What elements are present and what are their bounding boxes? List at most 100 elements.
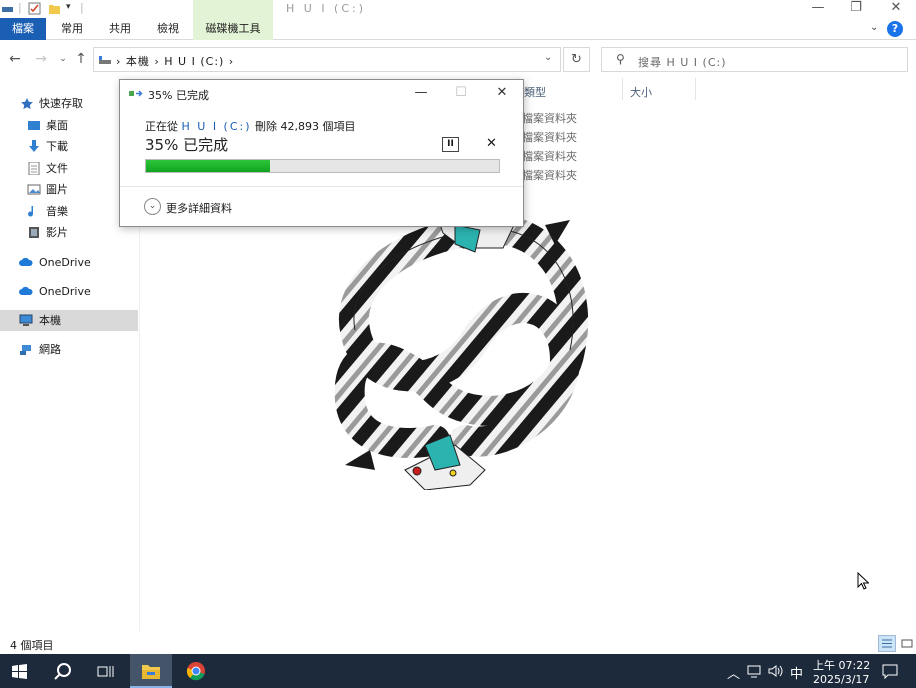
search-input[interactable]: ⚲ 搜尋 H U I (C:) [601,47,908,72]
sidebar-item-network[interactable]: 網路 [0,339,138,360]
input-method-indicator[interactable]: 中 [790,663,803,682]
properties-icon[interactable] [1,2,14,15]
back-arrow-icon[interactable]: ← [6,50,24,68]
address-bar[interactable]: › 本機 › H U I (C:) › ⌄ [93,47,561,72]
address-path: › 本機 › H U I (C:) › [116,55,235,68]
sidebar-item-pictures[interactable]: 圖片 [0,179,138,200]
column-header-type[interactable]: 類型 [524,84,546,100]
up-arrow-icon[interactable]: ↑ [72,50,90,68]
dialog-maximize-button[interactable]: ☐ [449,84,473,102]
clock-date[interactable]: 2025/3/17 [813,673,869,686]
column-separator [695,78,696,100]
file-explorer-taskbar-button[interactable] [130,654,172,688]
sidebar-item-label: 下載 [46,140,68,153]
dialog-status-line: 正在從 H U I (C:) 刪除 42,893 個項目 [145,118,356,134]
large-icons-view-icon [901,639,913,648]
recent-locations-icon[interactable]: ⌄ [54,50,72,68]
volume-icon[interactable] [768,664,784,678]
ribbon-collapse-icon[interactable]: ⌄ [870,22,878,33]
ribbon-tabs: 檔案 常用 共用 檢視 磁碟機工具 ⌄ ? [0,18,916,40]
sidebar-item-documents[interactable]: 文件 [0,158,138,179]
item-count: 4 個項目 [10,639,54,652]
cloud-icon [19,286,33,295]
sidebar-item-onedrive[interactable]: OneDrive [0,252,138,273]
sidebar-item-music[interactable]: 音樂 [0,201,138,222]
star-icon [21,98,33,110]
dialog-divider [120,186,523,187]
sidebar-item-label: 快速存取 [39,97,83,110]
dialog-minimize-button[interactable]: — [409,84,433,102]
tray-overflow-icon[interactable]: ︿ [727,663,740,682]
taskbar: ︿ 中 上午 07:22 2025/3/17 [0,654,916,688]
chevron-down-icon[interactable]: ⌄ [144,198,161,215]
snake-illustration [334,204,589,490]
dialog-close-button[interactable]: ✕ [490,84,514,102]
folder-icon[interactable] [48,2,61,15]
sidebar-item-desktop[interactable]: 桌面 [0,115,138,136]
details-view-icon [882,639,892,648]
video-icon [29,227,39,238]
search-taskbar-button[interactable] [44,654,82,688]
tab-file[interactable]: 檔案 [0,18,46,40]
sidebar-item-downloads[interactable]: 下載 [0,136,138,157]
music-icon [28,206,33,217]
windows-logo-icon [12,664,27,679]
table-row[interactable]: 檔案資料夾 [522,148,577,164]
sidebar-item-quick-access[interactable]: 快速存取 [0,93,138,114]
network-icon[interactable] [747,665,761,678]
sidebar-item-label: OneDrive [39,256,91,269]
status-source-link[interactable]: H U I (C:) [182,120,252,133]
tab-view[interactable]: 檢視 [148,18,188,40]
qa-dropdown-icon[interactable]: ▾ [66,2,71,12]
close-button[interactable]: ✕ [874,0,916,18]
percent-complete: 35% 已完成 [145,136,229,154]
column-header-size[interactable]: 大小 [630,84,652,100]
computer-icon [19,314,33,326]
network-icon [20,345,31,355]
table-row[interactable]: 檔案資料夾 [522,110,577,126]
search-icon: ⚲ [616,52,625,66]
large-icons-view-button[interactable] [898,635,916,652]
status-bar: 4 個項目 [0,634,916,654]
search-icon [54,663,71,680]
qa-separator: | [18,1,22,14]
start-button[interactable] [0,654,40,688]
tab-drive-tools[interactable]: 磁碟機工具 [193,18,273,40]
column-separator [622,78,623,100]
more-details-button[interactable]: 更多詳細資料 [166,200,232,216]
sidebar-item-this-pc[interactable]: 本機 [0,310,138,331]
chrome-icon [186,662,205,681]
task-view-button[interactable] [88,654,124,688]
desktop-icon [28,121,40,130]
dialog-title: 35% 已完成 [148,89,209,102]
delete-progress-dialog: 35% 已完成 — ☐ ✕ 正在從 H U I (C:) 刪除 42,893 個… [119,79,524,227]
stop-button[interactable]: ✕ [486,136,497,151]
mouse-cursor-icon [857,572,869,590]
chrome-taskbar-button[interactable] [176,654,216,688]
help-icon[interactable]: ? [887,21,903,37]
tab-share[interactable]: 共用 [100,18,140,40]
sidebar-item-videos[interactable]: 影片 [0,222,138,243]
details-view-button[interactable] [878,635,896,652]
maximize-button[interactable]: ❐ [834,0,878,18]
refresh-button[interactable]: ↻ [563,47,590,72]
sidebar-item-onedrive-2[interactable]: OneDrive [0,281,138,302]
clock-time[interactable]: 上午 07:22 [813,657,870,673]
sidebar-item-label: OneDrive [39,285,91,298]
sidebar-item-label: 圖片 [46,183,68,196]
notification-icon[interactable] [882,664,898,679]
folder-icon [142,665,160,679]
search-placeholder: 搜尋 H U I (C:) [638,56,727,69]
checklist-icon[interactable] [28,2,41,15]
pictures-icon [27,184,41,195]
sidebar-item-label: 桌面 [46,119,68,132]
title-bar: | ▾ | 管理 H U I (C:) — ❐ ✕ [0,0,916,22]
address-dropdown-icon[interactable]: ⌄ [544,52,552,63]
status-suffix: 刪除 42,893 個項目 [255,120,356,133]
sidebar-item-label: 網路 [39,343,61,356]
forward-arrow-icon[interactable]: → [32,50,50,68]
table-row[interactable]: 檔案資料夾 [522,167,577,183]
pause-button[interactable]: II [442,137,459,152]
table-row[interactable]: 檔案資料夾 [522,129,577,145]
tab-home[interactable]: 常用 [52,18,92,40]
